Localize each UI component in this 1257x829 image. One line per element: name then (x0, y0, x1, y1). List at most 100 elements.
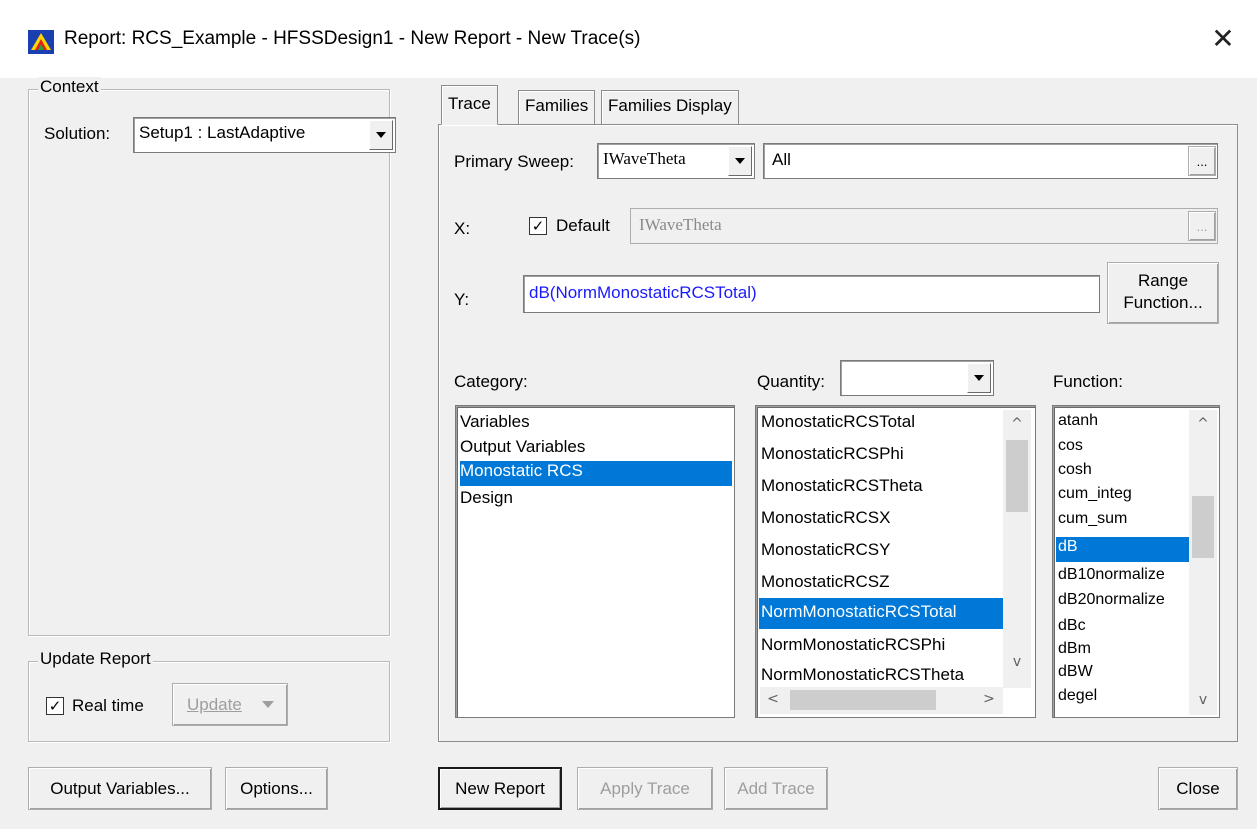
list-item[interactable]: dB20normalize (1058, 591, 1188, 613)
list-item[interactable]: cosh (1058, 461, 1188, 483)
scroll-thumb[interactable] (1006, 440, 1028, 512)
context-group (28, 89, 390, 636)
list-item[interactable]: dBm (1058, 640, 1188, 662)
quantity-horizontal-scrollbar[interactable]: < > (760, 687, 1003, 714)
new-report-button[interactable]: New Report (438, 767, 562, 810)
scroll-up-icon[interactable]: ^ (1189, 416, 1217, 432)
function-list[interactable]: atanh cos cosh cum_integ cum_sum dB dB10… (1052, 405, 1220, 718)
category-list[interactable]: Variables Output Variables Monostatic RC… (455, 405, 735, 718)
function-vertical-scrollbar[interactable]: ^ v (1189, 410, 1217, 715)
scroll-right-icon[interactable]: > (980, 691, 998, 707)
list-item[interactable]: cum_integ (1058, 485, 1188, 507)
list-item[interactable]: MonostaticRCSY (761, 540, 1001, 566)
scroll-thumb[interactable] (1192, 496, 1214, 558)
x-default-label: Default (556, 216, 610, 235)
close-label: Close (1176, 779, 1220, 798)
list-item[interactable]: dBW (1058, 663, 1188, 685)
chevron-down-icon (974, 375, 984, 381)
primary-sweep-value: IWaveTheta (603, 149, 686, 168)
list-item[interactable]: cos (1058, 437, 1188, 459)
range-function-label-2: Function... (1123, 293, 1203, 312)
quantity-vertical-scrollbar[interactable]: ^ v (1003, 410, 1031, 688)
realtime-label: Real time (72, 696, 144, 715)
list-item[interactable]: degel (1058, 687, 1188, 709)
list-item[interactable]: MonostaticRCSX (761, 508, 1001, 534)
list-item[interactable]: Design (460, 488, 732, 513)
primary-sweep-dropdown-button[interactable] (728, 146, 752, 176)
tab-trace[interactable]: Trace (441, 85, 498, 125)
quantity-filter-dropdown-button[interactable] (967, 363, 991, 393)
list-item-selected[interactable]: dB (1056, 537, 1189, 562)
sweep-range-value: All (772, 150, 791, 169)
list-item[interactable]: NormMonostaticRCSTheta (761, 665, 1001, 685)
range-function-label-1: Range (1137, 271, 1189, 290)
list-item[interactable]: dBc (1058, 617, 1188, 639)
scroll-left-icon[interactable]: < (764, 691, 782, 707)
primary-sweep-select[interactable]: IWaveTheta (597, 143, 755, 179)
primary-sweep-label: Primary Sweep: (454, 152, 574, 171)
list-item[interactable]: dB10normalize (1058, 566, 1188, 588)
update-report-legend: Update Report (38, 649, 153, 669)
list-item-selected[interactable]: Monostatic RCS (460, 461, 732, 486)
quantity-label: Quantity: (757, 372, 826, 391)
list-item-selected[interactable]: NormMonostaticRCSTotal (759, 598, 1003, 629)
scroll-down-icon[interactable]: v (1189, 692, 1217, 708)
solution-dropdown-button[interactable] (369, 120, 393, 150)
solution-value: Setup1 : LastAdaptive (139, 123, 306, 142)
scroll-down-icon[interactable]: v (1003, 654, 1031, 670)
sweep-range-field[interactable]: All ... (763, 143, 1218, 179)
update-label: Update (187, 695, 242, 714)
tab-families-label: Families (525, 96, 589, 115)
list-item[interactable]: MonostaticRCSZ (761, 572, 1001, 598)
range-function-button[interactable]: Range Function... (1107, 262, 1219, 324)
options-label: Options... (240, 779, 313, 798)
function-label: Function: (1053, 372, 1123, 391)
app-icon (28, 30, 54, 54)
quantity-filter-select[interactable] (840, 360, 994, 396)
add-trace-label: Add Trace (737, 779, 815, 798)
solution-label: Solution: (44, 124, 111, 143)
new-report-label: New Report (455, 779, 545, 798)
add-trace-button[interactable]: Add Trace (724, 767, 828, 810)
chevron-down-icon (735, 158, 745, 164)
context-legend: Context (38, 77, 101, 97)
x-field: IWaveTheta ... (630, 208, 1218, 244)
chevron-down-icon (376, 132, 386, 138)
tab-families-display-label: Families Display (608, 96, 732, 115)
list-item[interactable]: NormMonostaticRCSPhi (761, 635, 1001, 661)
x-default-checkbox[interactable]: ✓ (529, 217, 547, 235)
scroll-up-icon[interactable]: ^ (1003, 416, 1031, 432)
apply-trace-button[interactable]: Apply Trace (577, 767, 713, 810)
sweep-range-ellipsis-button[interactable]: ... (1188, 146, 1216, 176)
close-button[interactable]: Close (1158, 767, 1238, 810)
list-item[interactable]: cum_sum (1058, 510, 1188, 532)
y-label: Y: (454, 290, 470, 309)
output-variables-button[interactable]: Output Variables... (28, 767, 212, 810)
output-variables-label: Output Variables... (50, 779, 190, 798)
close-icon[interactable]: ✕ (1208, 24, 1238, 54)
list-item[interactable]: MonostaticRCSPhi (761, 444, 1001, 470)
scroll-thumb-horizontal[interactable] (790, 690, 936, 710)
solution-select[interactable]: Setup1 : LastAdaptive (133, 117, 396, 153)
window-title: Report: RCS_Example - HFSSDesign1 - New … (64, 28, 641, 49)
tab-families-display[interactable]: Families Display (601, 90, 739, 124)
list-item[interactable]: Variables (460, 412, 732, 437)
options-button[interactable]: Options... (225, 767, 328, 810)
list-item[interactable]: MonostaticRCSTheta (761, 476, 1001, 502)
category-label: Category: (454, 372, 528, 391)
y-value: dB(NormMonostaticRCSTotal) (529, 283, 757, 302)
caret-down-icon (262, 701, 274, 708)
tab-families[interactable]: Families (518, 90, 596, 124)
x-label: X: (454, 219, 471, 238)
apply-trace-label: Apply Trace (600, 779, 690, 798)
x-value: IWaveTheta (639, 215, 722, 234)
update-button[interactable]: Update (172, 683, 288, 726)
list-item[interactable]: atanh (1058, 412, 1188, 434)
list-item[interactable]: MonostaticRCSTotal (761, 412, 1001, 438)
realtime-checkbox[interactable]: ✓ (46, 697, 64, 715)
quantity-list[interactable]: MonostaticRCSTotal MonostaticRCSPhi Mono… (755, 405, 1036, 718)
tab-trace-label: Trace (448, 94, 491, 113)
list-item[interactable]: Output Variables (460, 437, 732, 462)
x-ellipsis-button: ... (1188, 211, 1216, 241)
y-expression-field[interactable]: dB(NormMonostaticRCSTotal) (523, 275, 1100, 313)
